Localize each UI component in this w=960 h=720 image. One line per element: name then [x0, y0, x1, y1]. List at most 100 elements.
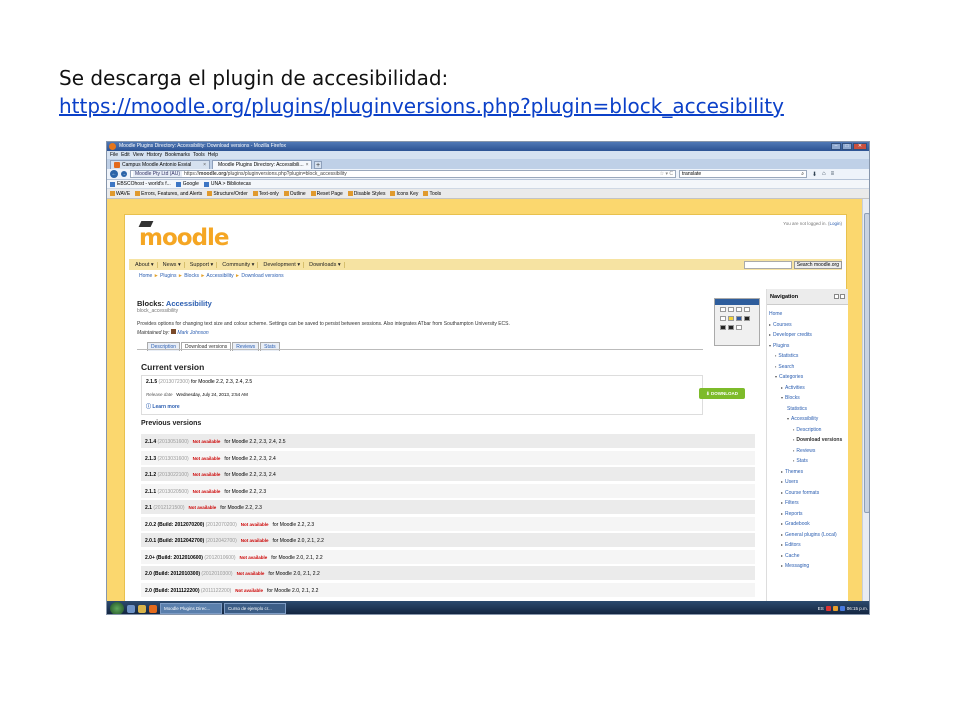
nav-item-plugins[interactable]: ▾ Plugins: [769, 341, 842, 352]
dock-icon[interactable]: [834, 294, 839, 299]
nav-item-users[interactable]: ▸ Users: [769, 477, 842, 488]
menu-item-view[interactable]: View: [133, 151, 144, 159]
nav-item-messaging[interactable]: ▸ Messaging: [769, 561, 842, 572]
breadcrumb-item[interactable]: Accessibility: [206, 273, 233, 279]
search-go-icon[interactable]: ⌕: [801, 171, 806, 177]
main-nav-development[interactable]: Development ▾: [260, 261, 305, 268]
main-nav-support[interactable]: Support ▾: [187, 261, 218, 268]
nav-item-home[interactable]: Home: [769, 309, 842, 320]
menu-item-edit[interactable]: Edit: [121, 151, 130, 159]
tray-icon[interactable]: [839, 606, 845, 611]
address-bar[interactable]: Moodle Pty Ltd (AU) https://moodle.org/p…: [130, 170, 676, 178]
plugin-name-link[interactable]: Accessibility: [166, 299, 212, 308]
collapse-icon[interactable]: [840, 294, 845, 299]
wave-tool-item[interactable]: Errors, Features, and Alerts: [135, 189, 202, 198]
learn-more-link[interactable]: Learn more: [152, 404, 179, 410]
download-button[interactable]: ⬇ DOWNLOAD: [699, 388, 745, 399]
maintainer-link[interactable]: Mark Johnson: [177, 330, 208, 336]
breadcrumb-item[interactable]: Home: [139, 273, 152, 279]
login-link[interactable]: Login: [829, 221, 840, 226]
nav-item-cache[interactable]: ▸ Cache: [769, 551, 842, 562]
bookmark-item[interactable]: UNA > Bibliotecas: [203, 180, 251, 188]
nav-item-stats[interactable]: ▪ Stats: [769, 456, 842, 467]
wave-tool-item[interactable]: Outline: [283, 189, 306, 198]
nav-item-description[interactable]: ▪ Description: [769, 425, 842, 436]
reload-icon[interactable]: ☆ ▾ C: [660, 171, 675, 177]
plugin-url-link[interactable]: https://moodle.org/plugins/pluginversion…: [59, 92, 784, 120]
plugin-screenshot-thumbnail[interactable]: [714, 298, 760, 346]
site-search-button[interactable]: Search moodle.org: [793, 260, 842, 269]
bookmark-item[interactable]: EBSCOhost - world's f...: [110, 180, 171, 188]
wave-tool-item[interactable]: Tools: [423, 189, 441, 198]
wave-tool-item[interactable]: Structure/Order: [207, 189, 248, 198]
vertical-scrollbar[interactable]: [862, 199, 869, 601]
nav-item-gradebook[interactable]: ▸ Gradebook: [769, 519, 842, 530]
menu-item-bookmarks[interactable]: Bookmarks: [165, 151, 190, 159]
start-button[interactable]: [110, 602, 124, 614]
menu-icon[interactable]: ≡: [831, 171, 835, 178]
maximize-button[interactable]: □: [842, 143, 852, 150]
nav-item-editors[interactable]: ▸ Editors: [769, 540, 842, 551]
nav-item-themes[interactable]: ▸ Themes: [769, 467, 842, 478]
back-button[interactable]: ←: [110, 170, 118, 178]
main-nav-news[interactable]: News ▾: [160, 261, 185, 268]
wave-tool-item[interactable]: Icons Key: [390, 189, 418, 198]
wave-tool-item[interactable]: WAVE: [110, 189, 130, 198]
breadcrumb-item[interactable]: Download versions: [241, 273, 283, 279]
quicklaunch-ie-icon[interactable]: [127, 604, 135, 613]
main-nav-downloads[interactable]: Downloads ▾: [306, 261, 345, 268]
nav-item-courses[interactable]: ▸ Courses: [769, 320, 842, 331]
download-icon[interactable]: ⬇: [812, 171, 817, 178]
nav-item-filters[interactable]: ▸ Filters: [769, 498, 842, 509]
main-nav-about[interactable]: About ▾: [132, 261, 158, 268]
browser-tab-active[interactable]: Moodle Plugins Directory: Accessibili...…: [212, 160, 312, 169]
quicklaunch-firefox-icon[interactable]: [149, 604, 157, 613]
nav-item-accessibility[interactable]: ▾ Accessibility: [769, 414, 842, 425]
close-tab-icon[interactable]: ×: [306, 161, 309, 169]
menu-item-history[interactable]: History: [146, 151, 162, 159]
main-nav-community[interactable]: Community ▾: [219, 261, 259, 268]
menu-item-file[interactable]: File: [110, 151, 118, 159]
nav-item-label: Themes: [785, 468, 804, 475]
nav-item-search[interactable]: ▪ Search: [769, 362, 842, 373]
menu-item-help[interactable]: Help: [208, 151, 218, 159]
nav-item-statistics[interactable]: ▪ Statistics: [769, 351, 842, 362]
taskbar-button[interactable]: Moodle Plugins Direc...: [160, 603, 222, 614]
menu-item-tools[interactable]: Tools: [193, 151, 205, 159]
close-button[interactable]: ✕: [853, 143, 867, 150]
nav-item-developer-credits[interactable]: ▸ Developer credits: [769, 330, 842, 341]
breadcrumb-item[interactable]: Blocks: [184, 273, 199, 279]
search-input[interactable]: translate ⌕: [679, 170, 807, 178]
site-search-input[interactable]: [743, 260, 792, 269]
browser-tab[interactable]: Campus Moodle Antonio Esvial ×: [110, 160, 210, 169]
version-moodle-compat: for Moodle 2.0, 2.1, 2.2: [272, 538, 324, 544]
wave-tool-item[interactable]: Disable Styles: [347, 189, 385, 198]
nav-item-activities[interactable]: ▸ Activities: [769, 383, 842, 394]
scrollbar-thumb[interactable]: [864, 213, 869, 513]
nav-item-general-plugins-local-[interactable]: ▸ General plugins (Local): [769, 530, 842, 541]
new-tab-button[interactable]: +: [314, 161, 322, 169]
clock[interactable]: 06:15 p.m.: [847, 606, 868, 611]
quicklaunch-folder-icon[interactable]: [138, 604, 146, 613]
breadcrumb-item[interactable]: Plugins: [160, 273, 176, 279]
wave-tool-item[interactable]: Reset Page: [310, 189, 343, 198]
wave-tool-item[interactable]: Text-only: [252, 189, 279, 198]
nav-item-course-formats[interactable]: ▸ Course formats: [769, 488, 842, 499]
language-indicator[interactable]: ES: [818, 606, 824, 611]
nav-item-download-versions[interactable]: ▪ Download versions: [769, 435, 842, 446]
taskbar-button[interactable]: Curso de ejemplo cr...: [224, 603, 286, 614]
site-identity-badge[interactable]: Moodle Pty Ltd (AU): [133, 171, 183, 177]
forward-button[interactable]: →: [121, 171, 127, 177]
tray-icon[interactable]: [825, 606, 831, 611]
nav-item-categories[interactable]: ▾ Categories: [769, 372, 842, 383]
tray-icon[interactable]: [832, 606, 838, 611]
nav-item-blocks[interactable]: ▾ Blocks: [769, 393, 842, 404]
close-tab-icon[interactable]: ×: [203, 161, 206, 169]
moodle-logo[interactable]: moodle: [138, 221, 230, 251]
bookmark-item[interactable]: Google: [175, 180, 199, 188]
nav-item-reports[interactable]: ▸ Reports: [769, 509, 842, 520]
home-icon[interactable]: ⌂: [822, 171, 826, 178]
minimize-button[interactable]: –: [831, 143, 841, 150]
nav-item-reviews[interactable]: ▪ Reviews: [769, 446, 842, 457]
nav-item-statistics[interactable]: Statistics: [769, 404, 842, 415]
